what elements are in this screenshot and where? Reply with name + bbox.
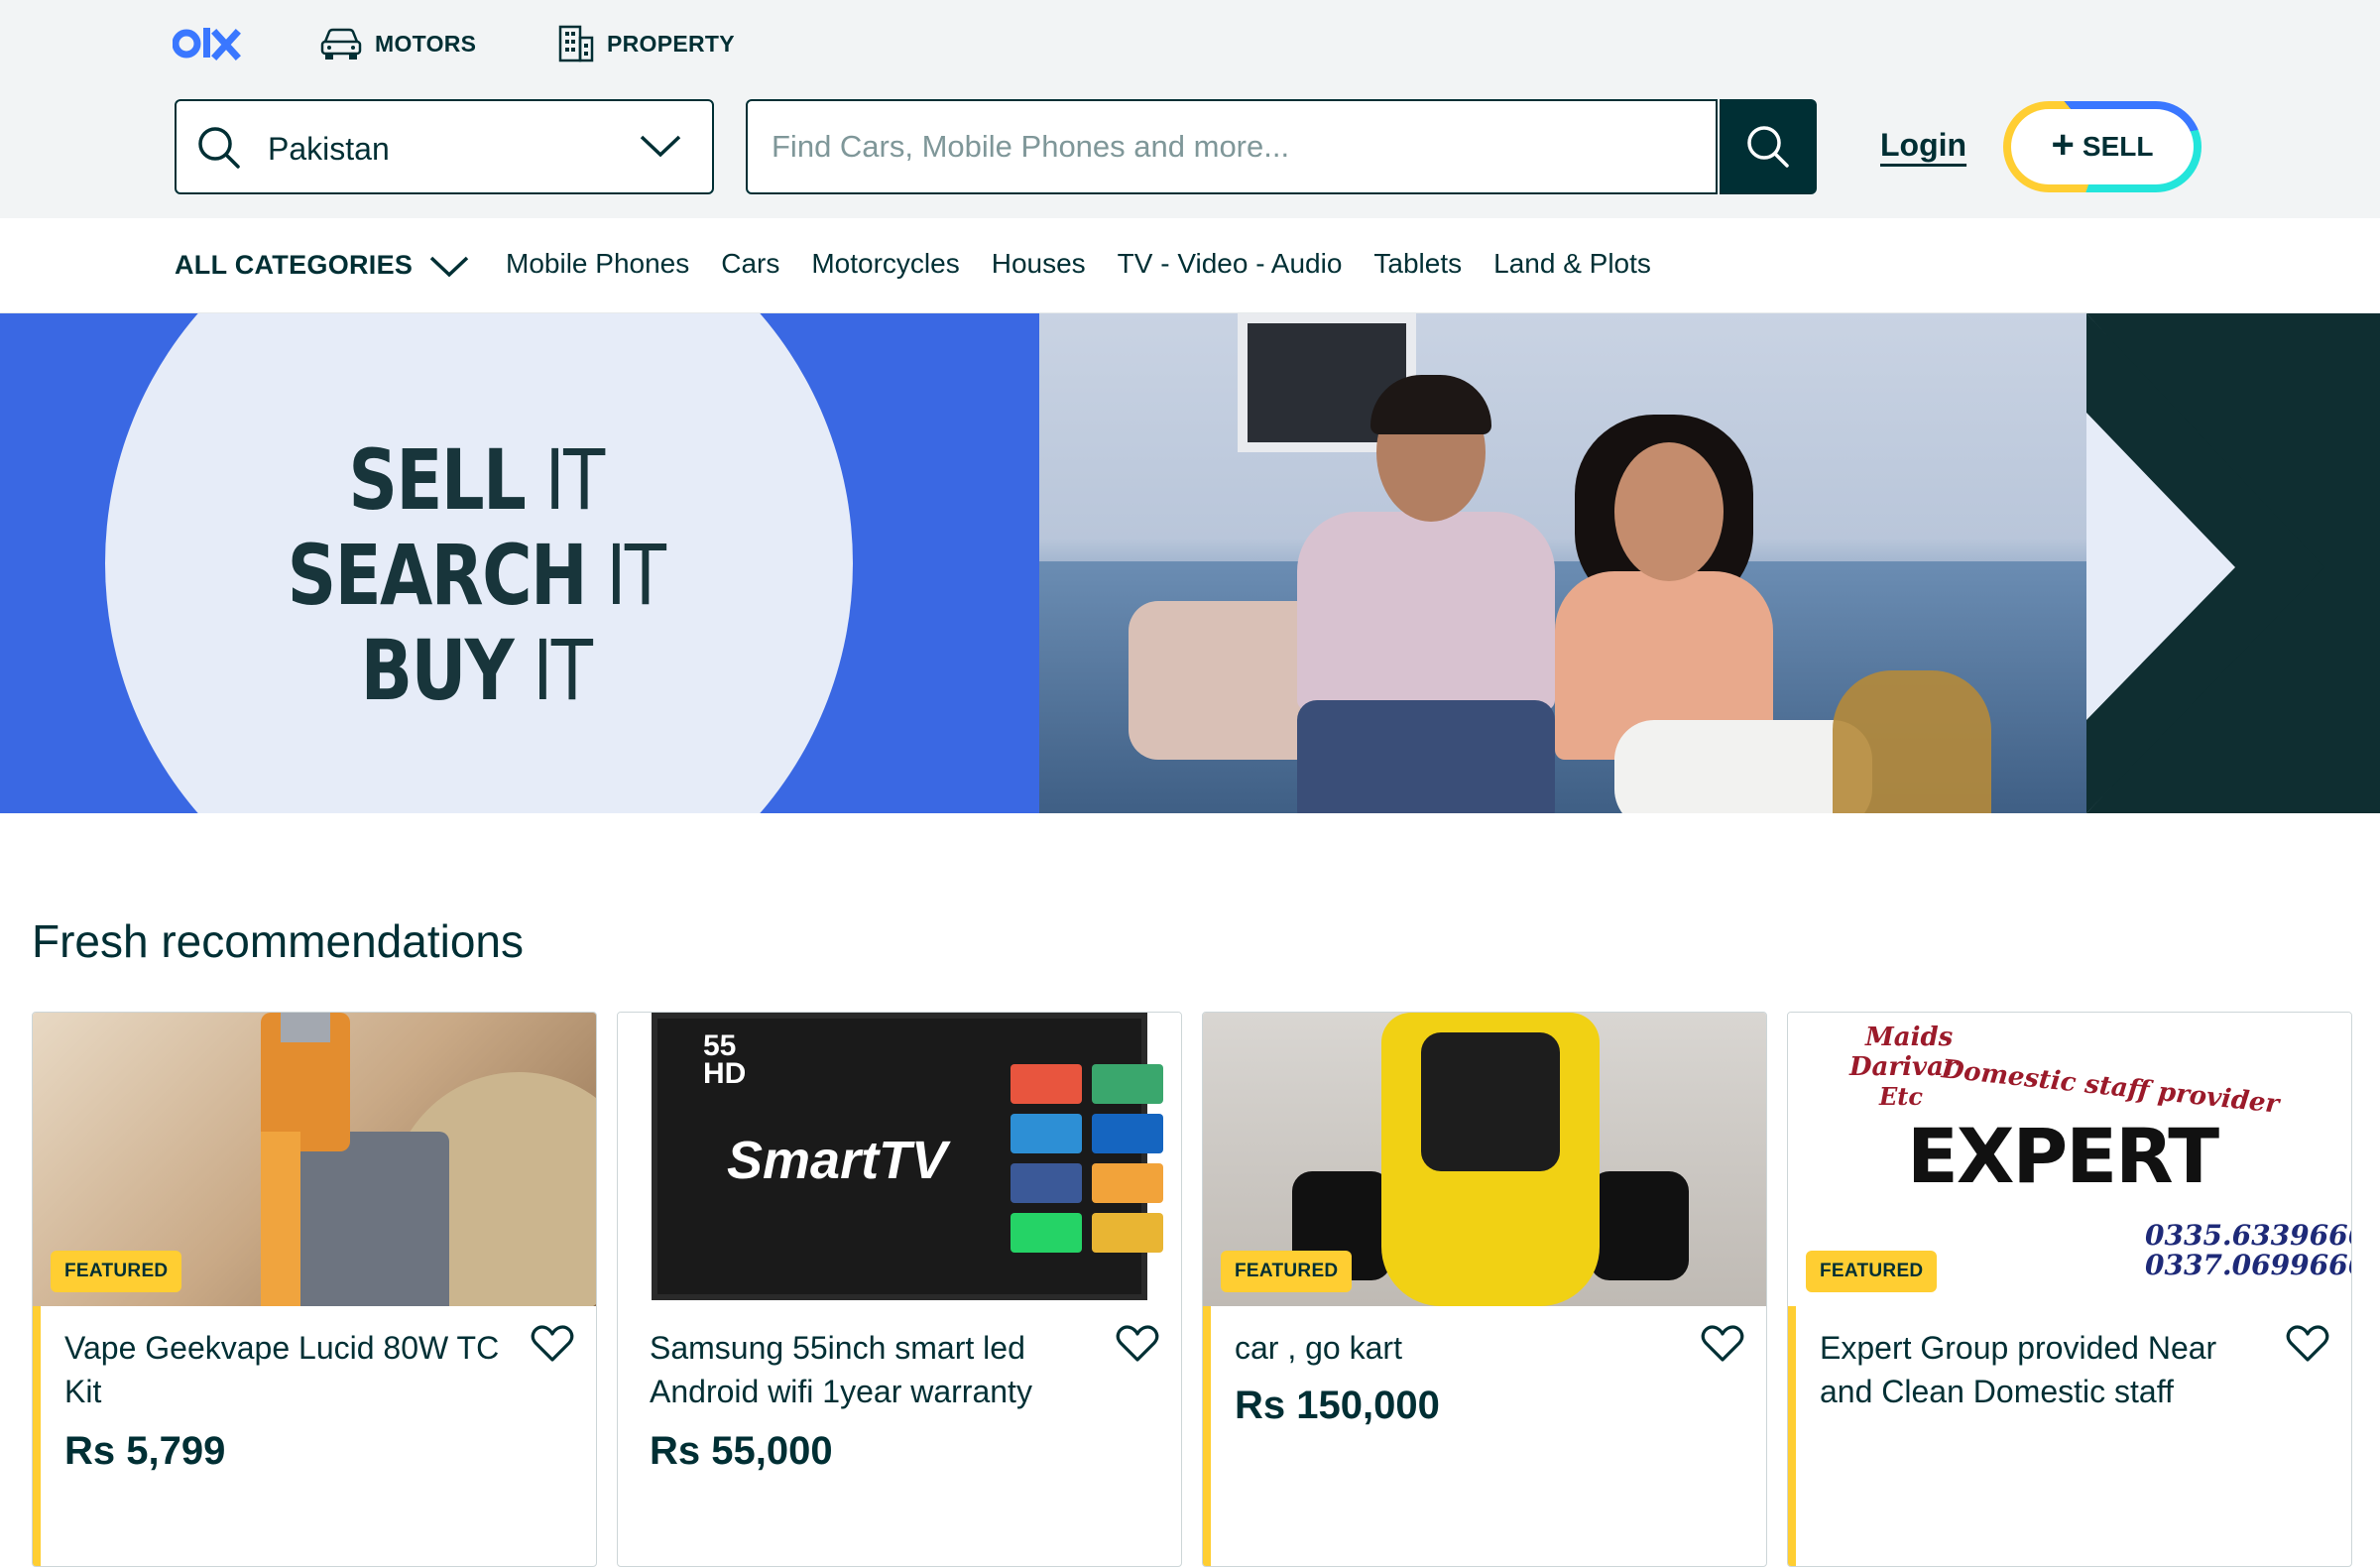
sell-label: SELL	[2082, 131, 2154, 162]
banner-slogan: SELL IT SEARCH IT BUY IT	[85, 432, 866, 718]
search-button[interactable]	[1720, 99, 1817, 194]
building-icon	[558, 25, 594, 62]
heart-icon[interactable]	[1701, 1324, 1744, 1364]
category-link-tablets[interactable]: Tablets	[1373, 248, 1462, 280]
slogan-line-sell: SELL IT	[348, 431, 605, 529]
location-value: Pakistan	[268, 131, 390, 167]
tv-app-tiles	[1011, 1064, 1163, 1253]
motors-label: MOTORS	[375, 30, 477, 57]
property-label: PROPERTY	[607, 30, 735, 57]
hero-banner[interactable]: SELL IT SEARCH IT BUY IT	[0, 313, 2380, 813]
listing-card[interactable]: 55 HD SmartTV Samsung 55inch smart led An…	[617, 1012, 1182, 1567]
listing-image: FEATURED	[33, 1013, 596, 1306]
recommendation-list: FEATURED Vape Geekvape Lucid 80W TC Kit …	[32, 1012, 2352, 1567]
tv-brand-text: SmartTV	[727, 1131, 948, 1190]
banner-photo-couple	[1039, 313, 2086, 813]
banner-arrow-panel	[2086, 313, 2380, 813]
tv-screen: 55 HD SmartTV	[652, 1013, 1163, 1300]
listing-image: FEATURED	[1203, 1013, 1766, 1306]
all-categories-label: ALL CATEGORIES	[175, 250, 414, 280]
olx-logo[interactable]	[172, 24, 242, 63]
listing-price: Rs 5,799	[64, 1429, 226, 1473]
sell-button[interactable]: + SELL	[2003, 101, 2202, 192]
image-text-expert: EXPERT	[1907, 1112, 2219, 1200]
category-link-cars[interactable]: Cars	[721, 248, 779, 280]
property-link[interactable]: PROPERTY	[557, 22, 735, 65]
listing-image: Maids Darivar Etc Domestic staff provide…	[1788, 1013, 2352, 1306]
search-icon	[1747, 126, 1789, 168]
tv-size-label: 55 HD	[703, 1029, 747, 1090]
chevron-right-icon	[2086, 313, 2324, 813]
category-link-houses[interactable]: Houses	[992, 248, 1086, 280]
all-categories-dropdown[interactable]: ALL CATEGORIES	[175, 250, 470, 281]
listing-price: Rs 150,000	[1235, 1384, 1440, 1427]
motors-link[interactable]: MOTORS	[319, 22, 476, 65]
heart-icon[interactable]	[2286, 1324, 2329, 1364]
woman-figure	[1535, 415, 1872, 813]
plus-icon: +	[2051, 123, 2075, 167]
search-field	[746, 99, 1718, 194]
image-text-tagline: Domestic staff provider	[1940, 1054, 2281, 1120]
featured-badge: FEATURED	[1221, 1251, 1353, 1292]
listing-title: Samsung 55inch smart led Android wifi 1y…	[650, 1330, 1032, 1409]
chevron-down-icon	[430, 256, 469, 277]
sell-button-inner: + SELL	[2011, 109, 2194, 184]
listing-title: Expert Group provided Near and Clean Dom…	[1820, 1330, 2217, 1409]
listing-card[interactable]: Maids Darivar Etc Domestic staff provide…	[1787, 1012, 2352, 1567]
category-link-land-plots[interactable]: Land & Plots	[1493, 248, 1651, 280]
listing-card[interactable]: FEATURED car , go kart Rs 150,000	[1202, 1012, 1767, 1567]
slogan-line-search: SEARCH IT	[287, 527, 666, 624]
location-selector[interactable]: Pakistan	[175, 99, 714, 194]
category-link-motorcycles[interactable]: Motorcycles	[811, 248, 959, 280]
listing-price: Rs 55,000	[650, 1429, 833, 1473]
banner-slogan-panel: SELL IT SEARCH IT BUY IT	[0, 313, 1039, 813]
chevron-down-icon	[640, 135, 681, 158]
search-icon	[198, 127, 240, 169]
decor-statue	[1833, 670, 1991, 813]
image-text-phones: 0335.6339666 0337.0699666	[2145, 1219, 2352, 1281]
listing-card[interactable]: FEATURED Vape Geekvape Lucid 80W TC Kit …	[32, 1012, 597, 1567]
listing-image: 55 HD SmartTV	[618, 1013, 1181, 1306]
heart-icon[interactable]	[1116, 1324, 1159, 1364]
section-title: Fresh recommendations	[32, 915, 524, 967]
heart-icon[interactable]	[531, 1324, 574, 1364]
slogan-line-buy: BUY IT	[360, 622, 593, 719]
category-nav: ALL CATEGORIES Mobile Phones Cars Motorc…	[0, 218, 2380, 313]
featured-badge: FEATURED	[1806, 1251, 1938, 1292]
login-link[interactable]: Login	[1880, 127, 1966, 164]
site-header: MOTORS PROPERTY Pakistan Login	[0, 0, 2380, 218]
category-link-tv-video-audio[interactable]: TV - Video - Audio	[1118, 248, 1343, 280]
featured-badge: FEATURED	[51, 1251, 182, 1292]
category-link-mobile-phones[interactable]: Mobile Phones	[506, 248, 689, 280]
category-links: Mobile Phones Cars Motorcycles Houses TV…	[506, 248, 1651, 280]
car-icon	[320, 28, 362, 60]
search-input[interactable]	[772, 101, 1684, 192]
listing-title: car , go kart	[1235, 1330, 1402, 1366]
image-text-maids: Maids	[1865, 1023, 1954, 1052]
image-text-etc: Etc	[1879, 1082, 1923, 1111]
man-figure	[1267, 375, 1565, 813]
listing-title: Vape Geekvape Lucid 80W TC Kit	[64, 1330, 500, 1409]
